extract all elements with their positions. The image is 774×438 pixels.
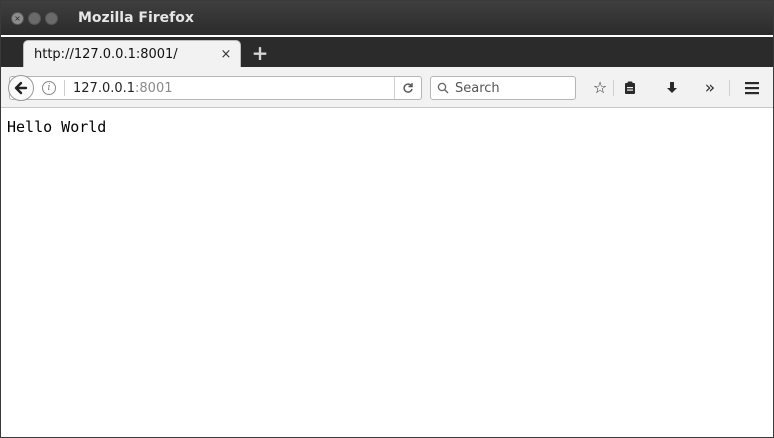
reload-arrow-icon (403, 83, 413, 93)
window-title: Mozilla Firefox (78, 10, 194, 26)
download-arrow-icon (667, 82, 677, 93)
window-controls: × (11, 11, 58, 25)
site-info-icon[interactable]: i (42, 81, 56, 95)
navigation-toolbar: i 127.0.0.1:8001 ☆ (1, 67, 773, 108)
search-input[interactable] (453, 79, 567, 97)
url-host: 127.0.0.1 (73, 80, 136, 96)
url-port: :8001 (135, 80, 173, 96)
window-maximize-icon[interactable] (45, 11, 58, 25)
downloads-icon[interactable] (661, 78, 683, 98)
browser-window: × Mozilla Firefox http://127.0.0.1:8001/… (0, 0, 774, 438)
back-button[interactable] (8, 75, 34, 101)
tab-active[interactable]: http://127.0.0.1:8001/ × (23, 40, 241, 67)
tab-close-icon[interactable]: × (218, 47, 234, 62)
tab-strip: http://127.0.0.1:8001/ × + (1, 37, 773, 67)
overflow-chevron-icon[interactable]: » (699, 78, 721, 98)
search-bar[interactable] (430, 76, 576, 100)
url-text[interactable]: 127.0.0.1:8001 (73, 81, 173, 96)
clipboard-icon (625, 81, 635, 94)
url-divider (64, 80, 65, 96)
hello-world-text: Hello World (7, 118, 107, 136)
reload-icon[interactable] (394, 77, 421, 99)
title-bar: × Mozilla Firefox (1, 1, 773, 35)
url-bar[interactable]: i 127.0.0.1:8001 (8, 75, 422, 101)
window-minimize-icon[interactable] (28, 11, 41, 25)
menu-lines-icon (745, 82, 759, 95)
page-content: Hello World (1, 108, 773, 437)
tab-title: http://127.0.0.1:8001/ (34, 46, 178, 62)
new-tab-icon[interactable]: + (251, 43, 269, 63)
hamburger-menu-icon[interactable] (741, 78, 763, 98)
bookmark-star-icon[interactable]: ☆ (589, 78, 611, 98)
toolbar-divider (729, 80, 730, 96)
window-close-icon[interactable]: × (11, 11, 24, 25)
reading-list-icon[interactable] (619, 78, 641, 98)
toolbar-divider (613, 80, 614, 96)
search-icon (437, 82, 449, 94)
back-arrow-icon (14, 81, 28, 95)
